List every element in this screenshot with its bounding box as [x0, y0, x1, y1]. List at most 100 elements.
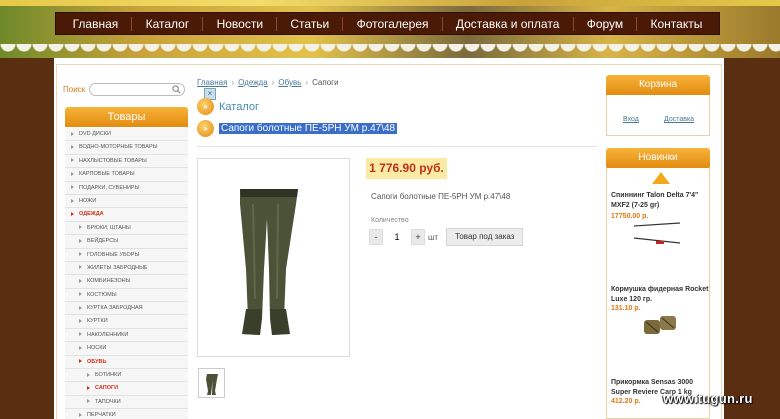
- divider: [197, 146, 597, 147]
- sidebar-item-label: ТАПОЧКИ: [95, 398, 121, 405]
- nav-contacts[interactable]: Контакты: [651, 17, 703, 31]
- order-button[interactable]: Товар под заказ: [446, 228, 524, 246]
- sidebar-item[interactable]: ЖИЛЕТЫ ЗАБРОДНЫЕ: [65, 261, 188, 276]
- nav-delivery[interactable]: Доставка и оплата: [456, 17, 560, 31]
- sidebar-item[interactable]: БРЮКИ, ШТАНЫ: [65, 221, 188, 236]
- arrow-right-icon: [71, 144, 74, 149]
- nav-separator: [202, 16, 204, 31]
- nav-forum[interactable]: Форум: [587, 17, 623, 31]
- sidebar-item-label: НАКОЛЕННИКИ: [87, 331, 129, 338]
- sidebar-item[interactable]: НАКОЛЕННИКИ: [65, 328, 188, 343]
- sidebar-header: Товары: [65, 107, 188, 127]
- arrow-right-icon: [79, 332, 82, 337]
- watermark: www.tugun.ru: [663, 391, 753, 406]
- search-label: Поиск: [63, 85, 86, 94]
- arrow-right-icon: [79, 265, 82, 270]
- double-arrow-icon: »: [197, 120, 214, 137]
- cart-box: [606, 95, 710, 136]
- breadcrumb-footwear[interactable]: Обувь: [278, 78, 301, 87]
- sidebar-item[interactable]: ТАПОЧКИ: [65, 395, 188, 410]
- sidebar-item[interactable]: НАХЛЫСТОВЫЕ ТОВАРЫ: [65, 154, 188, 169]
- sidebar-item-label: НАХЛЫСТОВЫЕ ТОВАРЫ: [79, 157, 147, 164]
- sidebar-item[interactable]: ОДЕЖДА: [65, 208, 188, 222]
- nav-articles[interactable]: Статьи: [290, 17, 329, 31]
- breadcrumb-home[interactable]: Главная: [197, 78, 227, 87]
- product-thumbnail[interactable]: [198, 368, 225, 398]
- breadcrumb: Главная › Одежда › Обувь › Сапоги: [197, 78, 339, 87]
- arrow-right-icon: [79, 359, 82, 364]
- sidebar-item[interactable]: ОБУВЬ: [65, 355, 188, 370]
- sidebar-item-label: НОСКИ: [87, 345, 107, 352]
- new-product-name[interactable]: Кормушка фидерная Rocket Luxe 120 гр.: [611, 285, 709, 305]
- sidebar-item-label: ПОДАРКИ, СУВЕНИРЫ: [79, 184, 140, 191]
- sidebar-item[interactable]: НОЖИ: [65, 194, 188, 209]
- quantity-label: Количество: [371, 217, 409, 224]
- cart-header: Корзина: [606, 75, 710, 95]
- nav-separator: [342, 16, 344, 31]
- sidebar-item[interactable]: САПОГИ: [65, 382, 188, 396]
- sidebar-item[interactable]: КАРПОВЫЕ ТОВАРЫ: [65, 168, 188, 182]
- new-product-name[interactable]: Спиннинг Talon Delta 7'4" MXF2 (7-25 gr): [611, 191, 709, 211]
- nav-separator: [131, 16, 133, 31]
- arrow-right-icon: [79, 292, 82, 297]
- login-link[interactable]: Вход: [623, 116, 639, 123]
- sidebar-item-label: ГОЛОВНЫЕ УБОРЫ: [87, 251, 140, 258]
- nav-home[interactable]: Главная: [73, 17, 119, 31]
- sidebar-item[interactable]: КОСТЮМЫ: [65, 288, 188, 303]
- feeder-image[interactable]: [640, 312, 680, 340]
- spinning-rod-image[interactable]: [632, 218, 682, 248]
- sidebar-item[interactable]: БОТИНКИ: [65, 369, 188, 383]
- delivery-link[interactable]: Доставка: [664, 116, 694, 123]
- arrow-right-icon: [87, 385, 90, 390]
- sidebar-item-label: САПОГИ: [95, 385, 119, 392]
- sidebar-item[interactable]: DVD ДИСКИ: [65, 128, 188, 142]
- sidebar-item[interactable]: НОСКИ: [65, 342, 188, 356]
- sidebar-item[interactable]: ВОДНО-МОТОРНЫЕ ТОВАРЫ: [65, 141, 188, 155]
- waders-image: [240, 189, 298, 335]
- arrow-right-icon: [79, 305, 82, 310]
- new-products-header: Новинки: [606, 148, 710, 168]
- section-title[interactable]: Каталог: [219, 101, 259, 113]
- arrow-right-icon: [79, 345, 82, 350]
- nav-news[interactable]: Новости: [217, 17, 263, 31]
- search-input[interactable]: [90, 85, 170, 96]
- quantity-input[interactable]: [383, 229, 411, 245]
- nav-separator: [636, 16, 638, 31]
- breadcrumb-clothing[interactable]: Одежда: [238, 78, 268, 87]
- sidebar-item[interactable]: ГОЛОВНЫЕ УБОРЫ: [65, 248, 188, 262]
- arrow-right-icon: [79, 252, 82, 257]
- sidebar-item-label: ВОДНО-МОТОРНЫЕ ТОВАРЫ: [79, 144, 158, 151]
- nav-photogallery[interactable]: Фотогалерея: [357, 17, 429, 31]
- sidebar-item[interactable]: ПОДАРКИ, СУВЕНИРЫ: [65, 181, 188, 195]
- nav-separator: [276, 16, 278, 31]
- arrow-right-icon: [79, 412, 82, 417]
- arrow-right-icon: [71, 211, 74, 216]
- search-icon[interactable]: [172, 85, 181, 94]
- sidebar-item-label: ЖИЛЕТЫ ЗАБРОДНЫЕ: [87, 264, 148, 271]
- sidebar-item-label: БОТИНКИ: [95, 372, 122, 379]
- arrow-right-icon: [71, 158, 74, 163]
- sidebar-item-label: ВЕЙДЕРСЫ: [87, 238, 119, 245]
- scroll-up-icon[interactable]: [652, 172, 670, 184]
- sidebar-item-label: КАРПОВЫЕ ТОВАРЫ: [79, 171, 135, 178]
- arrow-right-icon: [71, 185, 74, 190]
- sidebar-item[interactable]: КУРТКА ЗАБРОДНАЯ: [65, 302, 188, 316]
- nav-catalog[interactable]: Каталог: [146, 17, 190, 31]
- sidebar-item-label: КУРТКА ЗАБРОДНАЯ: [87, 305, 143, 312]
- sidebar-item-label: НОЖИ: [79, 197, 97, 204]
- arrow-right-icon: [79, 225, 82, 230]
- sidebar-item-label: КОМБИНЕЗОНЫ: [87, 278, 131, 285]
- arrow-right-icon: [79, 238, 82, 243]
- arrow-right-icon: [79, 278, 82, 283]
- sidebar-item-label: DVD ДИСКИ: [79, 131, 111, 137]
- sidebar-item-label: ОБУВЬ: [87, 358, 107, 365]
- sidebar-item[interactable]: ПЕРЧАТКИ: [65, 409, 188, 419]
- quantity-row: - + шт Товар под заказ: [369, 228, 524, 246]
- product-heading: » Сапоги болотные ПЕ-5РН УМ р.47\48: [197, 120, 398, 137]
- sidebar-item[interactable]: КОМБИНЕЗОНЫ: [65, 275, 188, 289]
- sidebar-item[interactable]: КУРТКИ: [65, 315, 188, 329]
- quantity-increase-button[interactable]: +: [411, 229, 425, 245]
- quantity-decrease-button[interactable]: -: [369, 229, 383, 245]
- product-image[interactable]: [197, 158, 350, 357]
- sidebar-item[interactable]: ВЕЙДЕРСЫ: [65, 235, 188, 249]
